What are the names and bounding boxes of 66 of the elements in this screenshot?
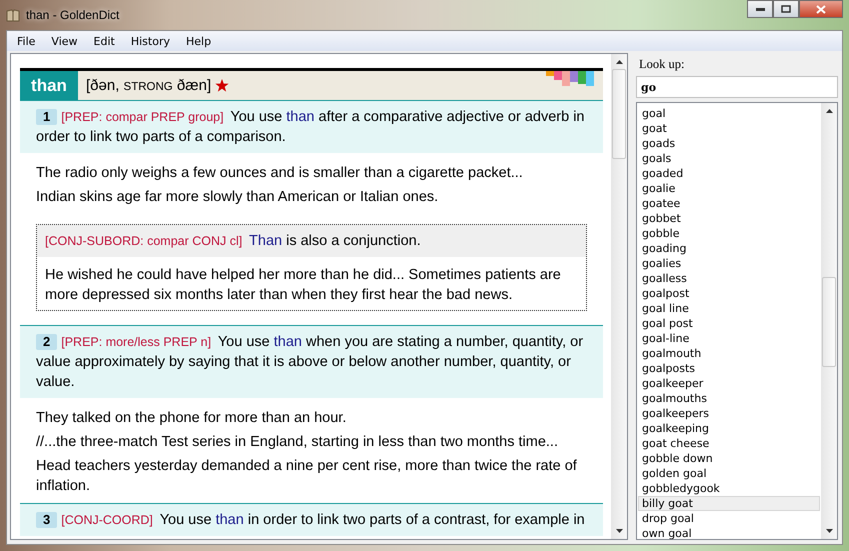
menu-item[interactable]: History xyxy=(122,34,178,48)
maximize-button[interactable] xyxy=(773,0,799,18)
word-list-item[interactable]: goal xyxy=(638,106,820,121)
sense-definition: [CONJ-SUBORD: compar CONJ cl] Than is also a conjunction. xyxy=(37,225,586,257)
word-list-item[interactable]: goat cheese xyxy=(638,436,820,451)
scroll-down-icon[interactable] xyxy=(616,529,622,533)
pronunciation: [ðən, STRONG ðæn] xyxy=(86,77,212,94)
word-list-item[interactable]: goals xyxy=(638,151,820,166)
word-list-item[interactable]: goalie xyxy=(638,181,820,196)
scrollbar[interactable] xyxy=(821,103,837,539)
example-sentence: They talked on the phone for more than an hour. xyxy=(36,409,348,428)
word-list-item[interactable]: goalkeepers xyxy=(638,406,820,421)
word-list-item[interactable]: gobble xyxy=(638,226,820,241)
menu-item[interactable]: Help xyxy=(178,34,220,48)
example-sentence: The radio only weighs a few ounces and is smaller than a cigarette packet... xyxy=(36,164,524,183)
minimize-icon xyxy=(756,8,764,10)
word-list-item[interactable]: goalkeeping xyxy=(638,421,820,436)
sense-definition: 2 [PREP: more/less PREP n] You use than when you are stating a number, quantity, or value approximately by saying that it is above or below another number, quantity, or value. xyxy=(20,325,603,398)
sense-definition: 1 [PREP: compar PREP group] You use than after a comparative adjective or adverb in order to link two parts of a comparison. xyxy=(20,101,603,153)
example-sentence: //...the three-match Test series in England, starting in less than two months time... xyxy=(36,433,559,452)
word-list-item[interactable]: drop goal xyxy=(638,511,820,526)
menu-item[interactable]: View xyxy=(43,34,86,48)
word-list-item[interactable]: goalposts xyxy=(638,361,820,376)
word-list-item[interactable]: goading xyxy=(638,241,820,256)
menu-item[interactable]: Edit xyxy=(86,34,123,48)
headword: than xyxy=(20,71,78,100)
scroll-down-icon[interactable] xyxy=(826,529,832,533)
word-list-item[interactable]: gobble down xyxy=(638,451,820,466)
example-sentence: He wished he could have helped her more than he did... Sometimes patients are more depressed six months later than when they first hear the bad news. xyxy=(44,266,562,305)
book-icon xyxy=(6,8,20,22)
word-list-item[interactable]: goatee xyxy=(638,196,820,211)
word-list-item[interactable]: gobbet xyxy=(638,211,820,226)
word-list-item[interactable]: golden goal xyxy=(638,466,820,481)
scroll-up-icon[interactable] xyxy=(616,60,622,64)
scroll-up-icon[interactable] xyxy=(826,109,832,113)
scrollbar[interactable] xyxy=(611,54,627,539)
star-icon xyxy=(215,79,230,92)
close-button[interactable] xyxy=(799,0,843,18)
word-list-item[interactable]: goal line xyxy=(638,301,820,316)
word-list-item[interactable]: goal post xyxy=(638,316,820,331)
example-sentence: Indian skins age far more slowly than American or Italian ones. xyxy=(36,188,440,207)
window-title: than - GoldenDict xyxy=(26,8,120,22)
word-list-item[interactable]: goaded xyxy=(638,166,820,181)
scrollbar-thumb[interactable] xyxy=(612,68,626,159)
scrollbar-thumb[interactable] xyxy=(822,277,836,368)
word-list-item[interactable]: goalkeeper xyxy=(638,376,820,391)
lookup-field[interactable]: go xyxy=(636,76,838,98)
word-list-item[interactable]: own goal xyxy=(638,526,820,539)
maximize-icon xyxy=(781,5,791,13)
sense-definition: 3 [CONJ-COORD] You use than in order to link two parts of a contrast, for example in xyxy=(20,503,603,536)
word-list-item[interactable]: goalmouth xyxy=(638,346,820,361)
word-list-item[interactable]: goalmouths xyxy=(638,391,820,406)
example-sentence: Head teachers yesterday demanded a nine per cent rise, more than twice the rate of inflation. xyxy=(36,457,578,496)
menu-item[interactable]: File xyxy=(9,34,44,48)
word-list-item[interactable]: goads xyxy=(638,136,820,151)
word-list-item[interactable]: goat xyxy=(638,121,820,136)
minimize-button[interactable] xyxy=(747,0,773,18)
word-list-item[interactable]: goalies xyxy=(638,256,820,271)
word-list-item[interactable]: gobbledygook xyxy=(638,481,820,496)
lookup-label: Look up: xyxy=(638,56,686,73)
word-list-item[interactable]: goalpost xyxy=(638,286,820,301)
word-list-item[interactable]: goalless xyxy=(638,271,820,286)
word-list-item[interactable]: billy goat xyxy=(638,496,820,511)
word-list-item[interactable]: goal-line xyxy=(638,331,820,346)
color-strip-icon xyxy=(546,71,594,86)
close-icon xyxy=(816,4,826,14)
